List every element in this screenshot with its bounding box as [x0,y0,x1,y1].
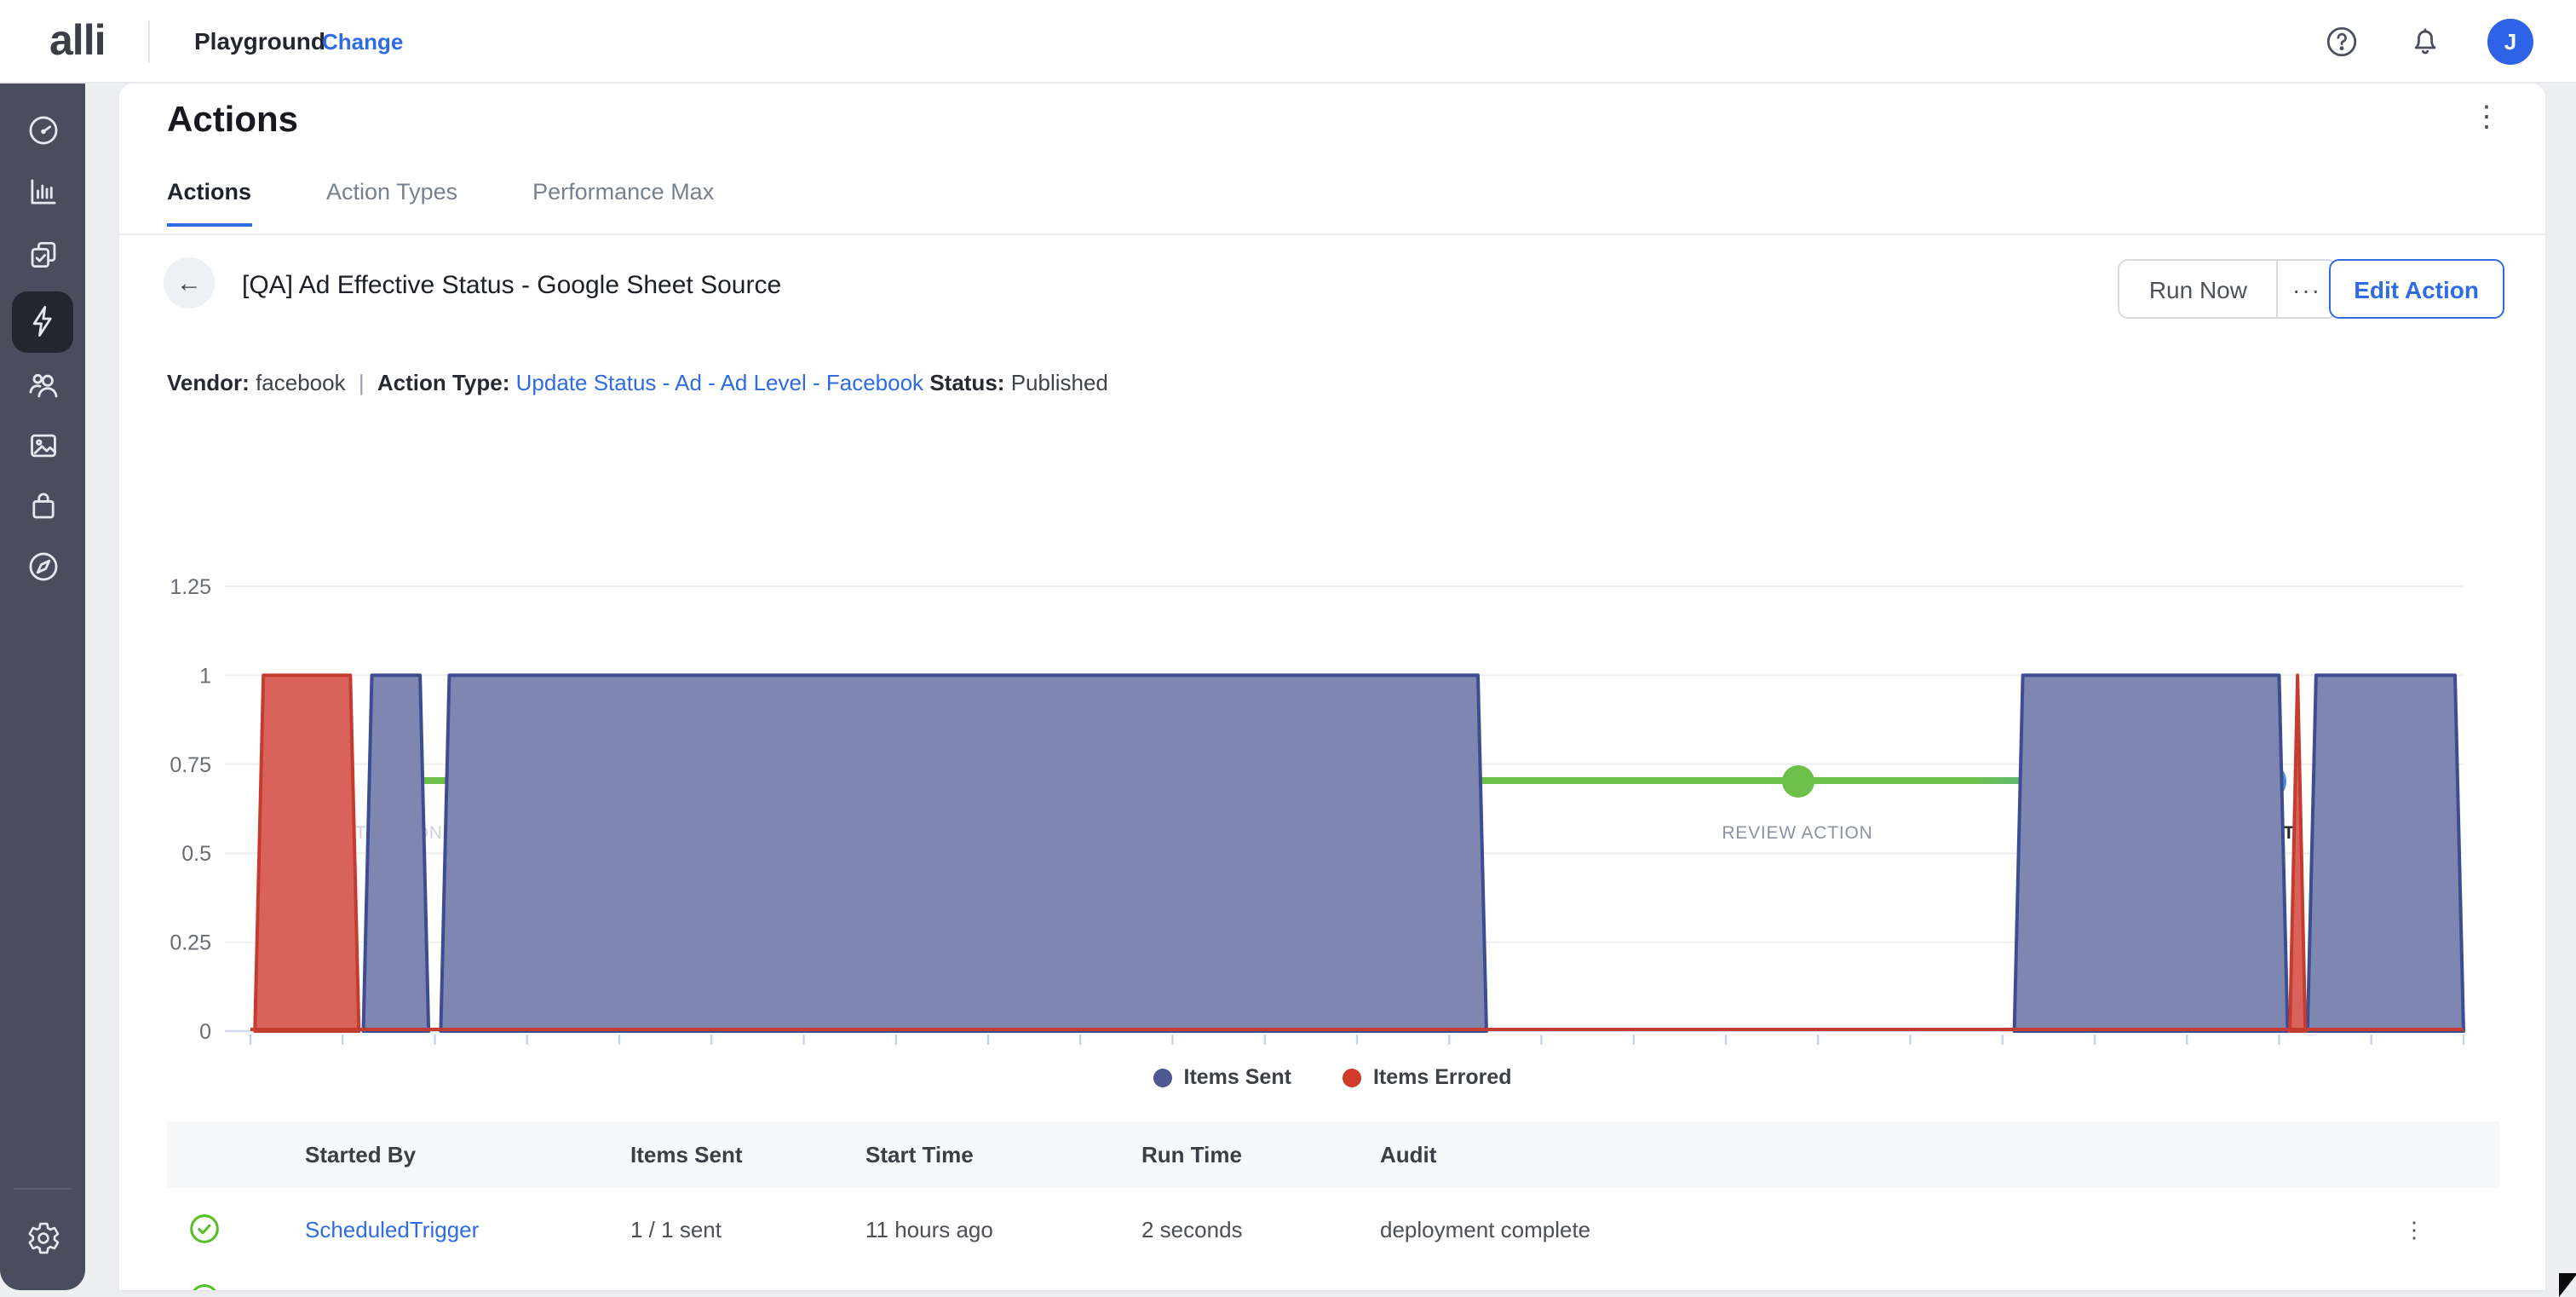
page-title: Actions [167,101,298,141]
audit-value: deployment complete [1380,1188,1590,1271]
action-type-link[interactable]: Update Status - Ad - Ad Level - Facebook [516,370,923,395]
users-icon [25,366,60,401]
tab-bar: Actions Action Types Performance Max [167,179,714,227]
svg-text:1.25: 1.25 [170,575,211,599]
workspace-change-link[interactable]: Change [322,29,403,55]
bar-chart-icon [25,174,60,210]
run-time-value: 2 seconds [1141,1188,1243,1271]
application-window: alli Playground Change J [0,0,2576,1290]
status-success-icon [187,1282,221,1290]
sidebar-item-dashboard[interactable] [0,99,85,160]
sidebar-item-tasks[interactable] [0,223,85,285]
sidebar-nav [0,82,85,1290]
start-time-value: 11 hours ago [865,1188,993,1271]
top-header: alli Playground Change J [0,0,2576,84]
col-started-by: Started By [305,1121,416,1188]
bell-icon[interactable] [2407,24,2443,60]
col-start-time: Start Time [865,1121,974,1188]
tab-performance-max[interactable]: Performance Max [532,179,714,227]
edit-action-button[interactable]: Edit Action [2328,259,2504,319]
compass-icon [25,549,60,585]
sidebar-item-settings[interactable] [0,1207,85,1268]
mouse-cursor [2559,1273,2576,1297]
tab-actions[interactable]: Actions [167,179,251,227]
runs-table-header: Started By Items Sent Start Time Run Tim… [167,1121,2499,1188]
items-sent-dot-icon [1153,1068,1172,1087]
avatar[interactable]: J [2487,19,2533,65]
sidebar-item-actions[interactable] [0,291,85,352]
table-row: ScheduledTrigger 1 / 1 sent 11 hours ago… [167,1188,2499,1273]
svg-text:0: 0 [199,1020,211,1044]
action-stepper: SELECT ACTION TYPE CONFIGURE SET DATASOU… [119,418,2545,537]
action-meta: Vendor: facebook | Action Type: Update S… [167,370,1108,395]
sidebar-item-creative[interactable] [0,415,85,476]
legend-items-errored[interactable]: Items Errored [1343,1065,1512,1089]
sidebar-item-audiences[interactable] [0,353,85,414]
sidebar-divider [14,1188,72,1190]
clipboard-check-icon [25,236,60,272]
header-divider [148,20,150,63]
alli-logo: alli [49,17,106,66]
svg-text:0.5: 0.5 [181,842,211,866]
table-row-partial [167,1271,2499,1290]
help-icon[interactable] [2324,24,2360,60]
vendor-value: facebook [256,370,346,395]
meta-separator: | [359,370,365,395]
image-icon [25,428,60,464]
legend-items-sent[interactable]: Items Sent [1153,1065,1291,1089]
items-errored-dot-icon [1343,1068,1361,1087]
tab-action-types[interactable]: Action Types [326,179,457,227]
lightning-icon [25,303,60,339]
col-audit: Audit [1380,1121,1436,1188]
sidebar-item-analytics[interactable] [0,161,85,222]
status-label: Status: [929,370,1004,395]
action-title: [QA] Ad Effective Status - Google Sheet … [242,271,781,300]
sidebar-item-shopping[interactable] [0,474,85,535]
sidebar-item-explore[interactable] [0,536,85,597]
row-kebab-menu-icon[interactable]: ⋮ [2390,1188,2438,1271]
page-kebab-menu-icon[interactable]: ⋮ [2472,102,2501,131]
chart-legend: Items Sent Items Errored [119,1065,2545,1089]
back-button[interactable]: ← [164,257,215,308]
run-now-split-button: Run Now ··· [2119,259,2337,319]
items-sent-value: 1 / 1 sent [630,1188,722,1271]
legend-items-sent-label: Items Sent [1184,1065,1291,1089]
status-success-icon [187,1212,221,1246]
svg-text:1: 1 [199,664,211,688]
legend-items-errored-label: Items Errored [1373,1065,1512,1089]
started-by-link[interactable]: ScheduledTrigger [305,1188,479,1271]
run-now-button[interactable]: Run Now [2120,261,2276,317]
workspace-name: Playground [194,27,325,55]
gear-icon [25,1219,60,1255]
run-now-more-button[interactable]: ··· [2276,261,2336,317]
status-value: Published [1011,370,1108,395]
actions-page-card: Actions ⋮ Actions Action Types Performan… [119,84,2545,1290]
action-type-label: Action Type: [377,370,510,395]
col-items-sent: Items Sent [630,1121,743,1188]
svg-text:0.75: 0.75 [170,753,211,777]
svg-text:0.25: 0.25 [170,931,211,955]
gauge-icon [25,112,60,147]
bag-icon [25,487,60,522]
run-history-chart: 0 0.25 0.5 0.75 1 1.25 [140,544,2516,1055]
col-run-time: Run Time [1141,1121,1242,1188]
vendor-label: Vendor: [167,370,250,395]
tabs-divider [119,233,2545,235]
